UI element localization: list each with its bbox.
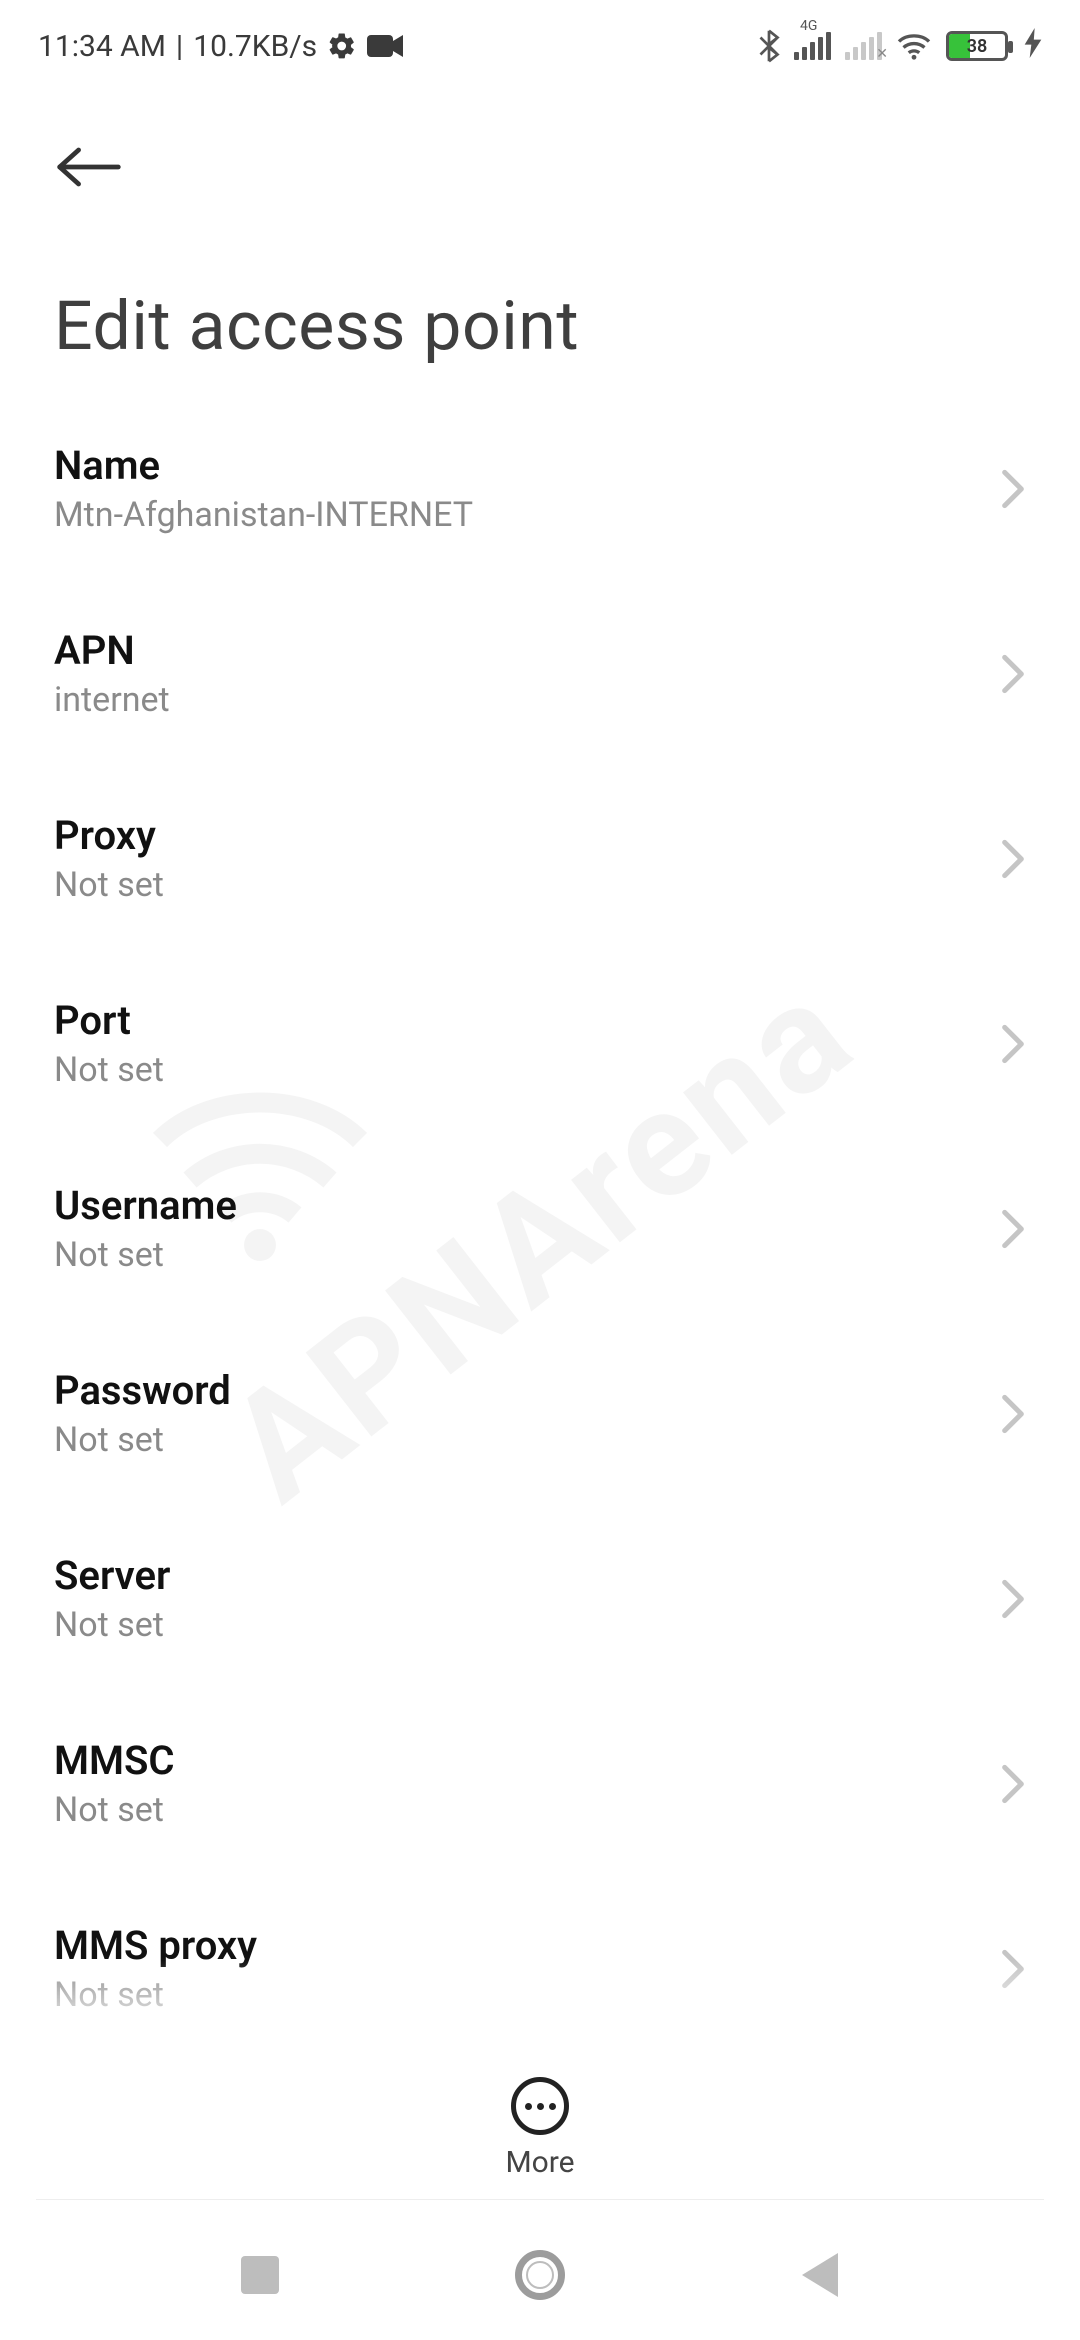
chevron-right-icon — [1000, 1764, 1026, 1804]
setting-value: Not set — [54, 1235, 237, 1275]
chevron-right-icon — [1000, 469, 1026, 509]
setting-value: Not set — [54, 1605, 170, 1645]
triangle-left-icon — [802, 2253, 838, 2297]
bluetooth-icon — [758, 29, 780, 63]
network-type-label: 4G — [800, 18, 817, 34]
more-button[interactable] — [511, 2077, 569, 2135]
battery-icon: 38 — [946, 31, 1008, 61]
setting-label: Port — [54, 997, 164, 1044]
setting-label: Server — [54, 1552, 170, 1599]
chevron-right-icon — [1000, 1394, 1026, 1434]
chevron-right-icon — [1000, 1209, 1026, 1249]
setting-label: Password — [54, 1367, 231, 1414]
setting-label: APN — [54, 627, 170, 674]
setting-username[interactable]: Username Not set — [54, 1136, 1026, 1321]
chevron-right-icon — [1000, 1949, 1026, 1989]
settings-gear-icon — [327, 31, 357, 61]
back-button[interactable] — [54, 132, 124, 202]
more-dots-icon — [525, 2103, 556, 2110]
settings-list: Name Mtn-Afghanistan-INTERNET APN intern… — [0, 396, 1080, 2061]
setting-value: Mtn-Afghanistan-INTERNET — [54, 495, 473, 535]
setting-value: Not set — [54, 1790, 175, 1830]
battery-percent-label: 38 — [949, 36, 1005, 57]
status-separator: | — [176, 29, 183, 64]
setting-proxy[interactable]: Proxy Not set — [54, 766, 1026, 951]
setting-password[interactable]: Password Not set — [54, 1321, 1026, 1506]
status-net-speed: 10.7KB/s — [193, 29, 317, 64]
bottom-action-bar: More — [0, 2077, 1080, 2180]
setting-label: Proxy — [54, 812, 164, 859]
setting-value: Not set — [54, 1420, 231, 1460]
setting-label: MMSC — [54, 1737, 175, 1784]
nav-home-button[interactable] — [510, 2245, 570, 2305]
signal-sim2-icon: ✕ — [845, 32, 882, 60]
signal-sim1-icon: 4G — [794, 32, 831, 60]
setting-label: Username — [54, 1182, 237, 1229]
chevron-right-icon — [1000, 839, 1026, 879]
nav-back-button[interactable] — [790, 2245, 850, 2305]
status-time: 11:34 AM — [38, 29, 166, 64]
chevron-right-icon — [1000, 1579, 1026, 1619]
camera-icon — [367, 33, 403, 59]
circle-icon — [515, 2250, 565, 2300]
wifi-icon — [896, 31, 932, 61]
setting-label: MMS proxy — [54, 1922, 257, 1969]
chevron-right-icon — [1000, 654, 1026, 694]
setting-value: internet — [54, 680, 170, 720]
setting-label: Name — [54, 442, 473, 489]
charging-icon — [1024, 28, 1042, 65]
chevron-right-icon — [1000, 1024, 1026, 1064]
nav-recents-button[interactable] — [230, 2245, 290, 2305]
setting-server[interactable]: Server Not set — [54, 1506, 1026, 1691]
page-title: Edit access point — [0, 202, 1080, 396]
status-bar: 11:34 AM | 10.7KB/s 4G ✕ — [0, 0, 1080, 76]
square-icon — [241, 2256, 279, 2294]
more-label: More — [505, 2145, 574, 2180]
setting-apn[interactable]: APN internet — [54, 581, 1026, 766]
setting-mmsc[interactable]: MMSC Not set — [54, 1691, 1026, 1876]
setting-value: Not set — [54, 1975, 257, 2015]
setting-value: Not set — [54, 865, 164, 905]
app-bar — [0, 76, 1080, 202]
bottom-divider — [36, 2199, 1044, 2200]
setting-value: Not set — [54, 1050, 164, 1090]
setting-port[interactable]: Port Not set — [54, 951, 1026, 1136]
setting-name[interactable]: Name Mtn-Afghanistan-INTERNET — [54, 396, 1026, 581]
setting-mms-proxy[interactable]: MMS proxy Not set — [54, 1876, 1026, 2061]
system-nav-bar — [0, 2210, 1080, 2340]
